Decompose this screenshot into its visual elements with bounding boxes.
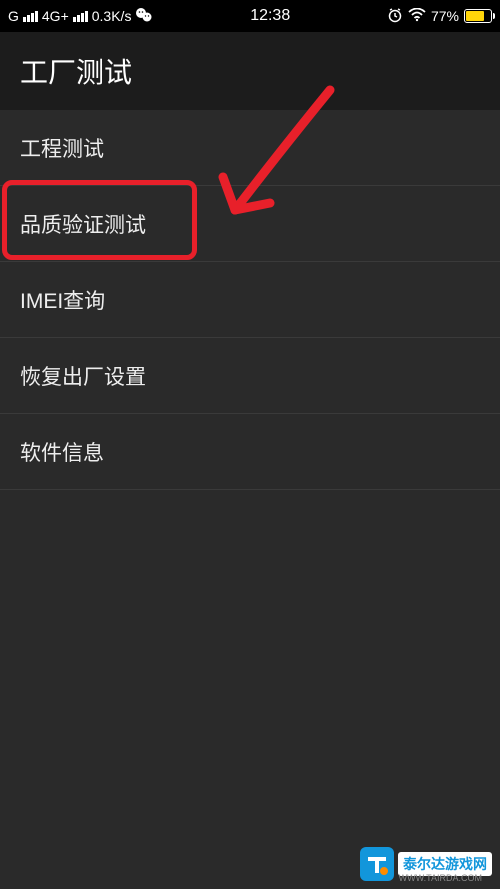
signal-icon-2 xyxy=(73,11,88,22)
battery-icon xyxy=(464,9,492,23)
status-bar: G 4G+ 0.3K/s 12:38 77% xyxy=(0,0,500,32)
menu-item-label: 软件信息 xyxy=(20,437,104,467)
menu-item-engineering-test[interactable]: 工程测试 xyxy=(0,110,500,186)
menu-list: 工程测试 品质验证测试 IMEI查询 恢复出厂设置 软件信息 xyxy=(0,110,500,490)
watermark-badge-icon xyxy=(360,847,394,881)
menu-item-quality-test[interactable]: 品质验证测试 xyxy=(0,186,500,262)
watermark: 泰尔达游戏网 WWW.TAIRDA.COM xyxy=(360,847,492,881)
battery-pct: 77% xyxy=(431,8,459,24)
menu-item-label: IMEI查询 xyxy=(20,285,105,315)
wifi-icon xyxy=(408,8,426,25)
menu-item-factory-reset[interactable]: 恢复出厂设置 xyxy=(0,338,500,414)
signal-icon xyxy=(23,11,38,22)
menu-item-imei-query[interactable]: IMEI查询 xyxy=(0,262,500,338)
watermark-url: WWW.TAIRDA.COM xyxy=(399,873,482,883)
menu-item-label: 品质验证测试 xyxy=(20,209,146,239)
app-header: 工厂测试 xyxy=(0,32,500,110)
menu-item-label: 恢复出厂设置 xyxy=(20,361,146,391)
page-title: 工厂测试 xyxy=(20,51,132,91)
status-left: G 4G+ 0.3K/s xyxy=(8,7,153,26)
wechat-icon xyxy=(135,7,153,26)
menu-item-label: 工程测试 xyxy=(20,133,104,163)
carrier-label: G xyxy=(8,8,19,24)
menu-item-software-info[interactable]: 软件信息 xyxy=(0,414,500,490)
clock: 12:38 xyxy=(250,7,290,25)
alarm-icon xyxy=(387,7,403,26)
network-label: 4G+ xyxy=(42,8,69,24)
status-right: 77% xyxy=(387,7,492,26)
speed-label: 0.3K/s xyxy=(92,8,132,24)
